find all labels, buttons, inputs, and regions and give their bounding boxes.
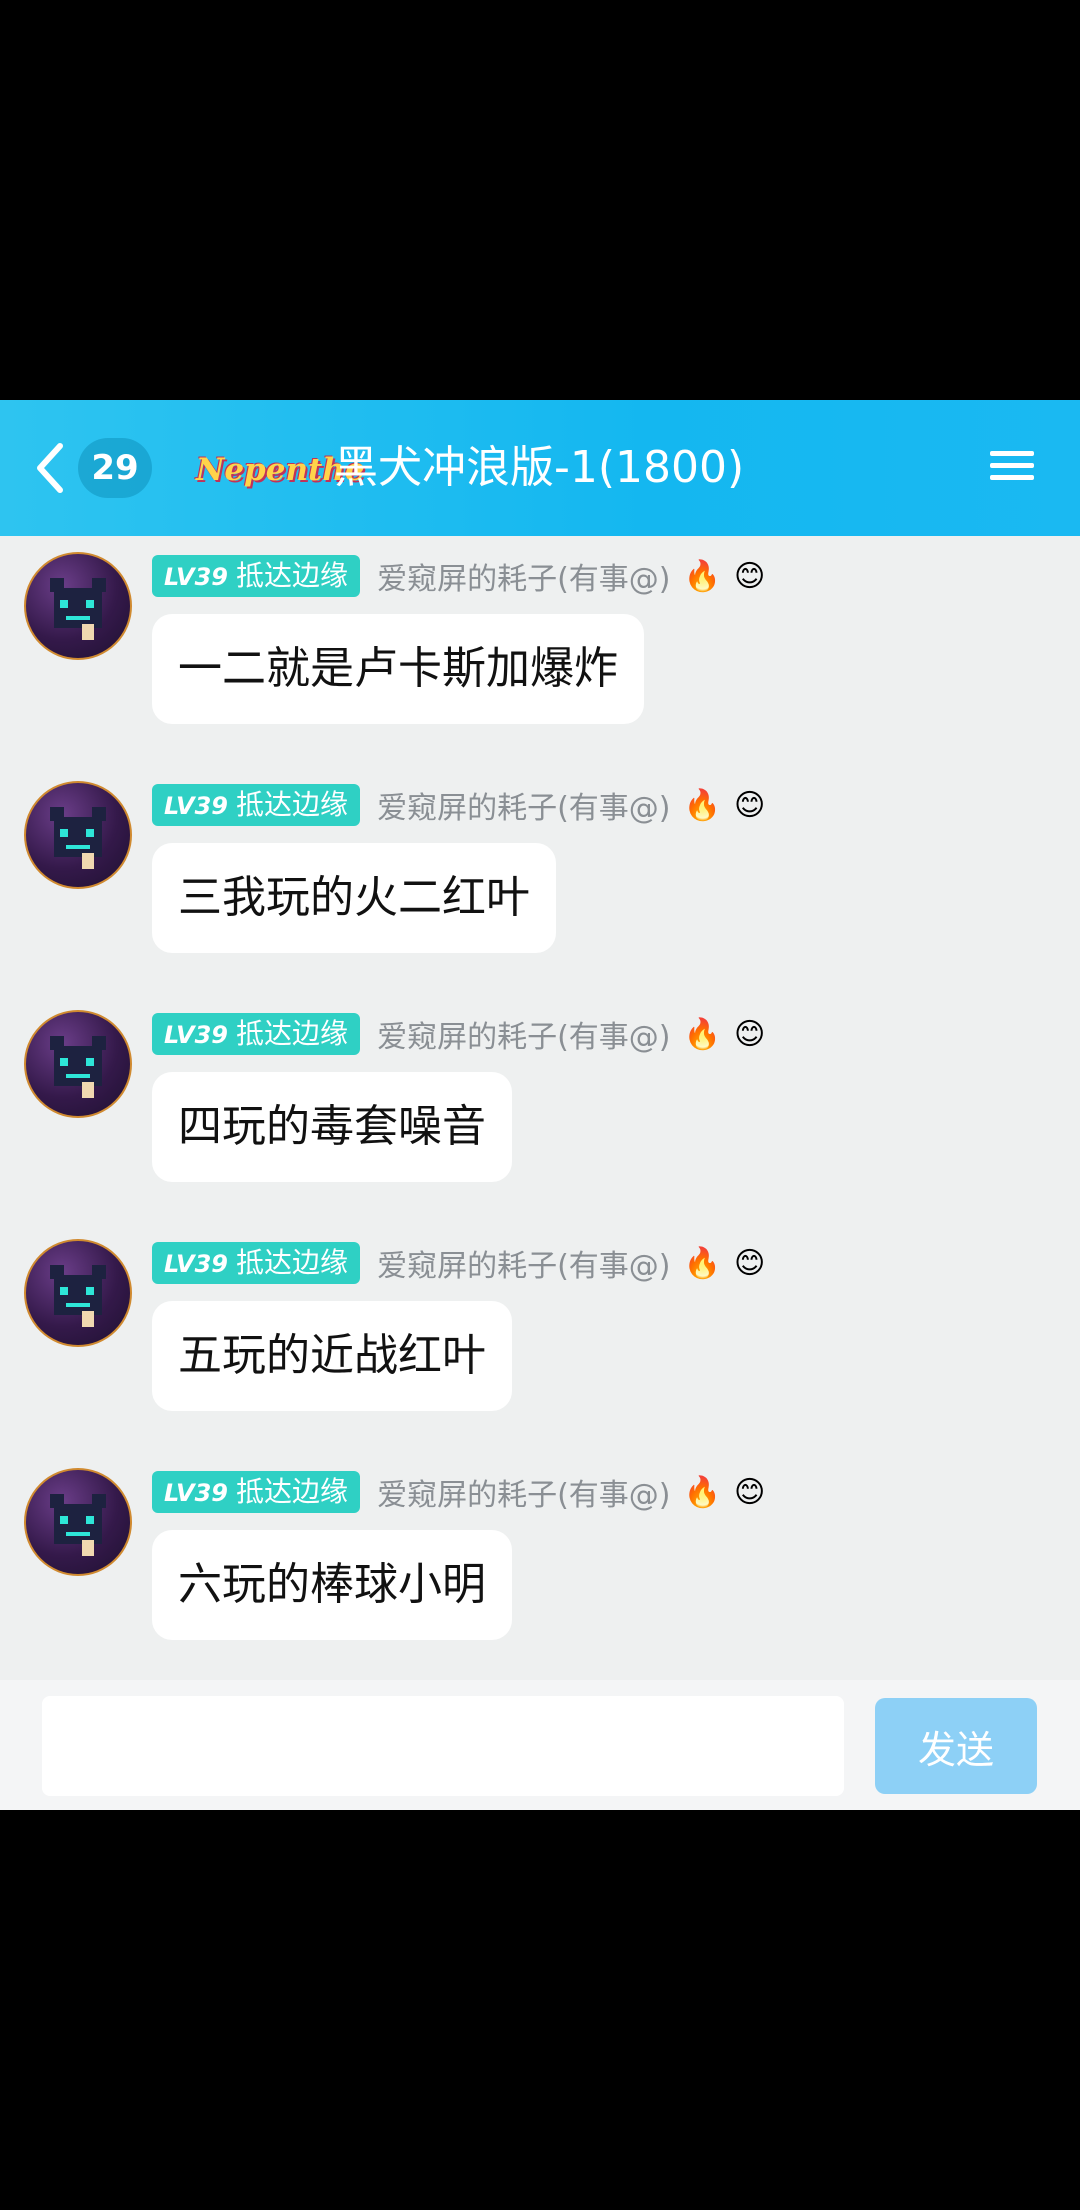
chevron-left-icon — [37, 443, 63, 493]
sender-nickname[interactable]: 爱窥屏的耗子(有事@) — [377, 1012, 670, 1056]
smiley-flower-icon: 😊 — [734, 787, 766, 823]
chat-app: 29 Nepenthe 黑犬冲浪版-1(1800) LV39 抵达边缘 爱窥屏的耗… — [0, 400, 1080, 1810]
fire-icon: 🔥 — [683, 1016, 721, 1052]
smiley-flower-icon: 😊 — [734, 1016, 766, 1052]
sender-meta: LV39 抵达边缘 爱窥屏的耗子(有事@) 🔥 😊 — [152, 1012, 765, 1056]
sender-nickname[interactable]: 爱窥屏的耗子(有事@) — [377, 1470, 670, 1514]
back-button[interactable] — [30, 438, 74, 498]
avatar[interactable] — [24, 552, 132, 660]
chat-title: 黑犬冲浪版-1(1800) — [334, 442, 745, 493]
smiley-flower-icon: 😊 — [734, 1474, 766, 1510]
fire-icon: 🔥 — [683, 1474, 721, 1510]
pixel-bear-avatar-icon — [50, 1494, 106, 1556]
sender-meta: LV39 抵达边缘 爱窥屏的耗子(有事@) 🔥 😊 — [152, 1241, 765, 1285]
screen-black-bottom — [0, 1810, 1080, 2210]
smiley-flower-icon: 😊 — [734, 558, 766, 594]
level-tag: LV39 抵达边缘 — [152, 1242, 360, 1284]
pixel-bear-avatar-icon — [50, 1265, 106, 1327]
avatar[interactable] — [24, 781, 132, 889]
fire-icon: 🔥 — [683, 558, 721, 594]
message-item: LV39 抵达边缘 爱窥屏的耗子(有事@) 🔥 😊 一二就是卢卡斯加爆炸 — [0, 536, 1080, 765]
sender-nickname[interactable]: 爱窥屏的耗子(有事@) — [377, 554, 670, 598]
level-tag: LV39 抵达边缘 — [152, 1013, 360, 1055]
input-bar: 发送 — [0, 1680, 1080, 1810]
message-item: LV39 抵达边缘 爱窥屏的耗子(有事@) 🔥 😊 六玩的棒球小明 — [0, 1452, 1080, 1681]
message-item: LV39 抵达边缘 爱窥屏的耗子(有事@) 🔥 😊 三我玩的火二红叶 — [0, 765, 1080, 994]
screen-black-top — [0, 0, 1080, 400]
message-bubble[interactable]: 四玩的毒套噪音 — [152, 1072, 512, 1182]
sender-meta: LV39 抵达边缘 爱窥屏的耗子(有事@) 🔥 😊 — [152, 783, 765, 827]
message-list[interactable]: LV39 抵达边缘 爱窥屏的耗子(有事@) 🔥 😊 一二就是卢卡斯加爆炸 LV39… — [0, 536, 1080, 1680]
message-input[interactable] — [42, 1696, 844, 1796]
sender-meta: LV39 抵达边缘 爱窥屏的耗子(有事@) 🔥 😊 — [152, 554, 765, 598]
menu-button[interactable] — [990, 444, 1038, 492]
level-tag: LV39 抵达边缘 — [152, 1471, 360, 1513]
chat-header: 29 Nepenthe 黑犬冲浪版-1(1800) — [0, 400, 1080, 536]
message-item: LV39 抵达边缘 爱窥屏的耗子(有事@) 🔥 😊 五玩的近战红叶 — [0, 1223, 1080, 1452]
sender-meta: LV39 抵达边缘 爱窥屏的耗子(有事@) 🔥 😊 — [152, 1470, 765, 1514]
avatar[interactable] — [24, 1468, 132, 1576]
sender-nickname[interactable]: 爱窥屏的耗子(有事@) — [377, 1241, 670, 1285]
fire-icon: 🔥 — [683, 1245, 721, 1281]
pixel-bear-avatar-icon — [50, 807, 106, 869]
level-tag: LV39 抵达边缘 — [152, 555, 360, 597]
avatar[interactable] — [24, 1239, 132, 1347]
avatar[interactable] — [24, 1010, 132, 1118]
smiley-flower-icon: 😊 — [734, 1245, 766, 1281]
message-bubble[interactable]: 六玩的棒球小明 — [152, 1530, 512, 1640]
unread-count-badge: 29 — [78, 438, 152, 498]
pixel-bear-avatar-icon — [50, 578, 106, 640]
message-bubble[interactable]: 三我玩的火二红叶 — [152, 843, 556, 953]
sender-nickname[interactable]: 爱窥屏的耗子(有事@) — [377, 783, 670, 827]
message-item: LV39 抵达边缘 爱窥屏的耗子(有事@) 🔥 😊 四玩的毒套噪音 — [0, 994, 1080, 1223]
fire-icon: 🔥 — [683, 787, 721, 823]
hamburger-menu-icon — [990, 451, 1038, 480]
level-tag: LV39 抵达边缘 — [152, 784, 360, 826]
pixel-bear-avatar-icon — [50, 1036, 106, 1098]
message-bubble[interactable]: 一二就是卢卡斯加爆炸 — [152, 614, 644, 724]
message-bubble[interactable]: 五玩的近战红叶 — [152, 1301, 512, 1411]
send-button[interactable]: 发送 — [875, 1698, 1037, 1794]
